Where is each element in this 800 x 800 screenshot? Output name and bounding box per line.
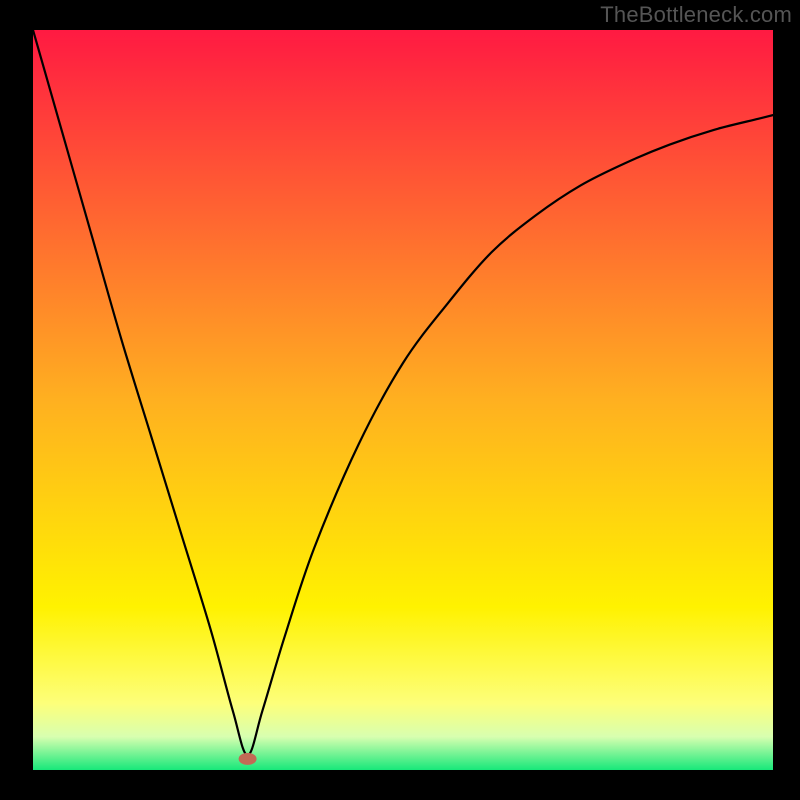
plot-area xyxy=(33,30,773,770)
plot-svg xyxy=(33,30,773,770)
gradient-background xyxy=(33,30,773,770)
watermark-label: TheBottleneck.com xyxy=(600,2,792,28)
chart-frame: TheBottleneck.com xyxy=(0,0,800,800)
minimum-marker xyxy=(239,753,257,765)
